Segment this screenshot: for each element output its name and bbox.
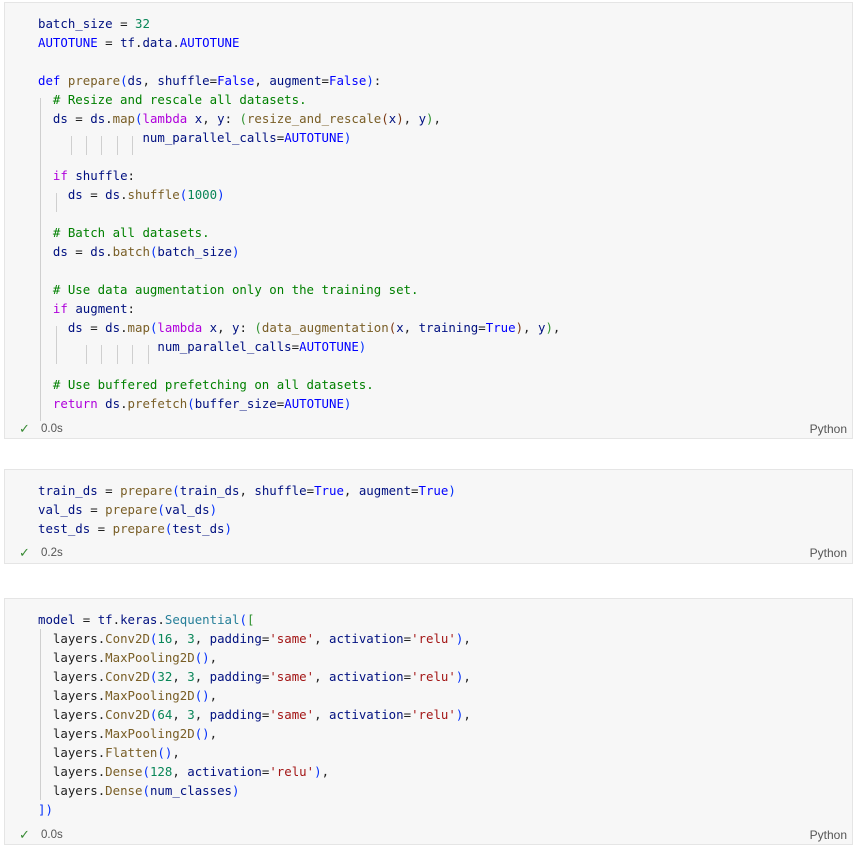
code-editor[interactable]: batch_size = 32 AUTOTUNE = tf.data.AUTOTU… (38, 3, 842, 421)
code-line[interactable]: # Use buffered prefetching on all datase… (38, 375, 374, 394)
code-line[interactable]: layers.Conv2D(32, 3, padding='same', act… (38, 667, 471, 686)
code-line[interactable]: layers.Dense(128, activation='relu'), (38, 762, 329, 781)
code-line[interactable]: val_ds = prepare(val_ds) (38, 500, 217, 519)
code-line[interactable]: def prepare(ds, shuffle=False, augment=F… (38, 71, 381, 90)
language-picker[interactable]: Python (810, 545, 847, 561)
code-line[interactable]: layers.Flatten(), (38, 743, 180, 762)
code-line[interactable]: if shuffle: (38, 166, 135, 185)
language-picker[interactable]: Python (810, 827, 847, 843)
code-line[interactable]: ds = ds.batch(batch_size) (38, 242, 240, 261)
code-line[interactable]: layers.Conv2D(16, 3, padding='same', act… (38, 629, 471, 648)
language-picker[interactable]: Python (810, 421, 847, 437)
code-line[interactable]: # Resize and rescale all datasets. (38, 90, 307, 109)
check-icon: ✓ (19, 827, 30, 842)
check-icon: ✓ (19, 421, 30, 436)
check-icon: ✓ (19, 545, 30, 560)
code-line[interactable]: layers.MaxPooling2D(), (38, 648, 217, 667)
code-cell-2[interactable]: train_ds = prepare(train_ds, shuffle=Tru… (4, 469, 853, 564)
code-line[interactable]: num_parallel_calls=AUTOTUNE) (38, 337, 366, 356)
code-line[interactable]: layers.Conv2D(64, 3, padding='same', act… (38, 705, 471, 724)
cell-status: ✓ 0.2s (19, 545, 63, 561)
code-line[interactable]: batch_size = 32 (38, 14, 150, 33)
cell-status: ✓ 0.0s (19, 421, 63, 437)
code-line[interactable]: ds = ds.map(lambda x, y: (data_augmentat… (38, 318, 561, 337)
code-line[interactable]: layers.MaxPooling2D(), (38, 724, 217, 743)
exec-time: 0.0s (41, 423, 63, 435)
code-line[interactable]: layers.MaxPooling2D(), (38, 686, 217, 705)
code-editor[interactable]: model = tf.keras.Sequential([ layers.Con… (38, 599, 842, 817)
code-line[interactable]: ds = ds.map(lambda x, y: (resize_and_res… (38, 109, 441, 128)
code-cell-3[interactable]: model = tf.keras.Sequential([ layers.Con… (4, 598, 853, 845)
code-line[interactable]: # Use data augmentation only on the trai… (38, 280, 419, 299)
code-line[interactable]: # Batch all datasets. (38, 223, 210, 242)
code-line[interactable]: ]) (38, 800, 53, 819)
exec-time: 0.2s (41, 547, 63, 559)
code-editor[interactable]: train_ds = prepare(train_ds, shuffle=Tru… (38, 470, 842, 536)
code-line[interactable]: layers.Dense(num_classes) (38, 781, 240, 800)
code-line[interactable]: ds = ds.shuffle(1000) (38, 185, 225, 204)
cell-status: ✓ 0.0s (19, 827, 63, 843)
code-cell-1[interactable]: batch_size = 32 AUTOTUNE = tf.data.AUTOTU… (4, 2, 853, 439)
code-line[interactable]: model = tf.keras.Sequential([ (38, 610, 254, 629)
code-line[interactable]: return ds.prefetch(buffer_size=AUTOTUNE) (38, 394, 351, 413)
code-line[interactable]: if augment: (38, 299, 135, 318)
code-line[interactable]: AUTOTUNE = tf.data.AUTOTUNE (38, 33, 239, 52)
code-line[interactable]: train_ds = prepare(train_ds, shuffle=Tru… (38, 481, 456, 500)
exec-time: 0.0s (41, 829, 63, 841)
code-line[interactable]: num_parallel_calls=AUTOTUNE) (38, 128, 351, 147)
code-line[interactable]: test_ds = prepare(test_ds) (38, 519, 232, 538)
